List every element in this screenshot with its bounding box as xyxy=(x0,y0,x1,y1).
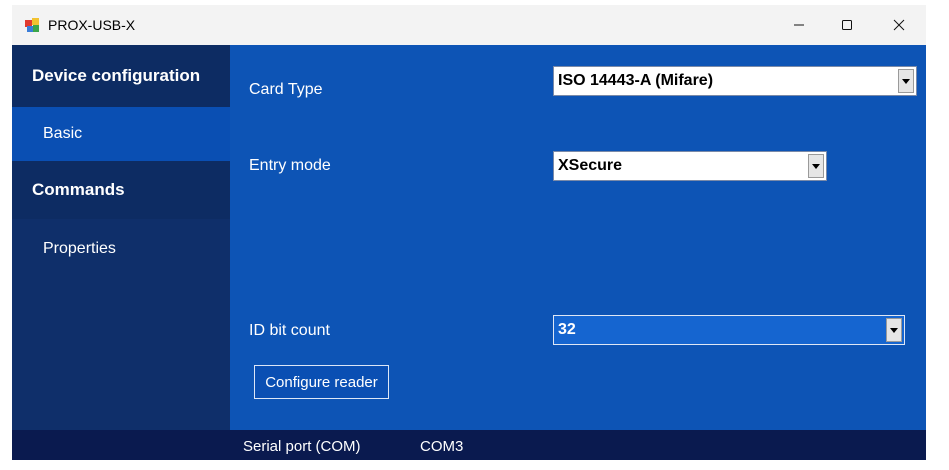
serial-port-label: Serial port (COM) xyxy=(243,438,361,455)
close-button[interactable] xyxy=(874,5,924,45)
entry-mode-select[interactable]: XSecure xyxy=(553,151,827,181)
sidebar-item-label: Commands xyxy=(32,180,125,199)
status-bar: Serial port (COM) COM3 xyxy=(12,430,926,460)
sidebar-item-device-configuration[interactable]: Device configuration xyxy=(12,45,230,107)
sidebar-item-label: Properties xyxy=(43,240,116,257)
dropdown-arrow-button[interactable] xyxy=(886,318,902,342)
id-bit-count-select[interactable]: 32 xyxy=(553,315,905,345)
close-icon xyxy=(893,19,905,31)
id-bit-count-value: 32 xyxy=(558,321,576,338)
dropdown-arrow-button[interactable] xyxy=(808,154,824,178)
configure-reader-button[interactable]: Configure reader xyxy=(254,365,389,399)
id-bit-count-label: ID bit count xyxy=(249,322,330,339)
chevron-down-icon xyxy=(890,327,898,333)
card-type-select[interactable]: ISO 14443-A (Mifare) xyxy=(553,66,917,96)
app-window: PROX-USB-X Device configuration Basic Co… xyxy=(12,5,926,460)
maximize-icon xyxy=(842,20,852,30)
dropdown-arrow-button[interactable] xyxy=(898,69,914,93)
window-title: PROX-USB-X xyxy=(48,17,136,33)
minimize-button[interactable] xyxy=(774,5,824,45)
maximize-button[interactable] xyxy=(822,5,872,45)
sidebar: Device configuration Basic Commands Prop… xyxy=(12,45,230,430)
sidebar-item-label: Basic xyxy=(43,125,83,142)
minimize-icon xyxy=(794,24,804,26)
app-icon xyxy=(25,18,39,32)
entry-mode-label: Entry mode xyxy=(249,157,331,174)
sidebar-item-label: Device configuration xyxy=(32,66,201,85)
sidebar-item-properties[interactable]: Properties xyxy=(12,219,230,279)
serial-port-value: COM3 xyxy=(420,438,464,455)
entry-mode-value: XSecure xyxy=(558,157,623,174)
sidebar-item-basic[interactable]: Basic xyxy=(12,107,230,161)
sidebar-item-commands[interactable]: Commands xyxy=(12,161,230,219)
main-panel: Card Type ISO 14443-A (Mifare) Entry mod… xyxy=(230,45,926,430)
chevron-down-icon xyxy=(812,163,820,169)
title-bar[interactable]: PROX-USB-X xyxy=(12,5,926,45)
chevron-down-icon xyxy=(902,78,910,84)
card-type-value: ISO 14443-A (Mifare) xyxy=(558,72,714,89)
card-type-label: Card Type xyxy=(249,81,323,98)
